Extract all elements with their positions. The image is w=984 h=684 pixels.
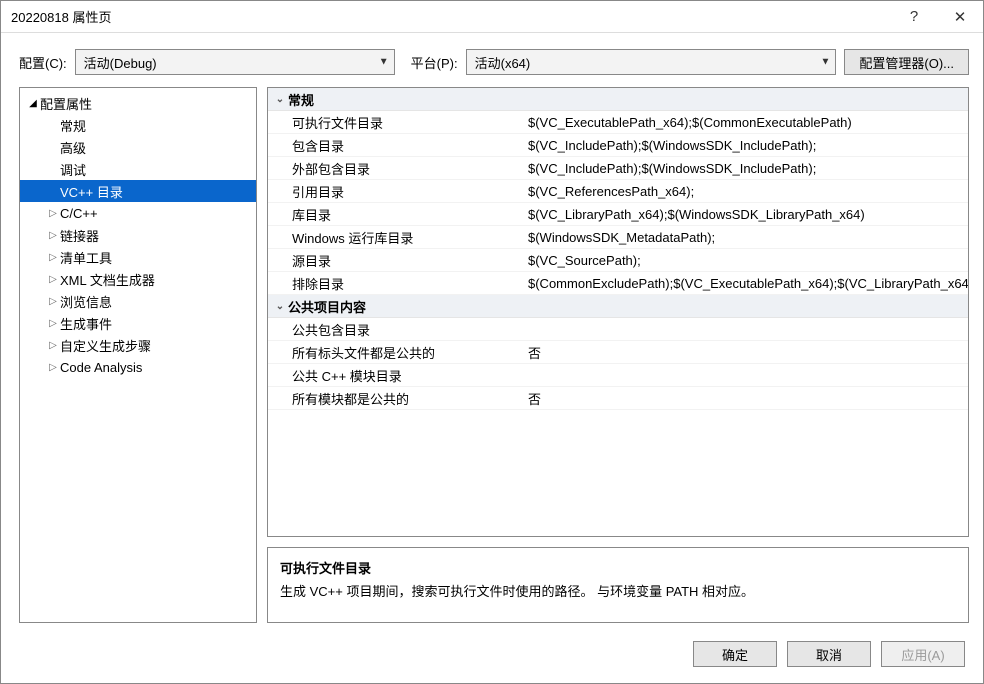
property-name: 公共 C++ 模块目录	[268, 366, 524, 385]
property-value[interactable]: $(WindowsSDK_MetadataPath);	[524, 230, 968, 245]
right-pane: ⌄ 常规 可执行文件目录$(VC_ExecutablePath_x64);$(C…	[267, 87, 969, 623]
property-pages-dialog: 20220818 属性页 ? ✕ 配置(C): 活动(Debug) ▼ 平台(P…	[0, 0, 984, 684]
property-row[interactable]: 库目录$(VC_LibraryPath_x64);$(WindowsSDK_Li…	[268, 203, 968, 226]
platform-value: 活动(x64)	[475, 53, 531, 72]
main-area: ◢ 配置属性 常规高级调试VC++ 目录▷C/C++▷链接器▷清单工具▷XML …	[1, 87, 983, 633]
property-value[interactable]: $(VC_ReferencesPath_x64);	[524, 184, 968, 199]
tree-item[interactable]: ▷浏览信息	[20, 290, 256, 312]
tree-item-label: 调试	[60, 160, 86, 179]
platform-dropdown[interactable]: 活动(x64) ▼	[466, 49, 837, 75]
property-row[interactable]: 公共包含目录	[268, 318, 968, 341]
triangle-right-icon: ▷	[46, 340, 60, 351]
tree-item[interactable]: 常规	[20, 114, 256, 136]
tree-item[interactable]: ▷XML 文档生成器	[20, 268, 256, 290]
property-row[interactable]: Windows 运行库目录$(WindowsSDK_MetadataPath);	[268, 226, 968, 249]
property-row[interactable]: 源目录$(VC_SourcePath);	[268, 249, 968, 272]
property-value[interactable]: $(VC_IncludePath);$(WindowsSDK_IncludePa…	[524, 138, 968, 153]
property-name: 库目录	[268, 205, 524, 224]
tree-item[interactable]: ▷清单工具	[20, 246, 256, 268]
close-button[interactable]: ✕	[937, 1, 983, 33]
triangle-right-icon: ▷	[46, 318, 60, 329]
config-dropdown[interactable]: 活动(Debug) ▼	[75, 49, 395, 75]
property-name: 所有标头文件都是公共的	[268, 343, 524, 362]
config-manager-button[interactable]: 配置管理器(O)...	[844, 49, 969, 75]
property-name: 公共包含目录	[268, 320, 524, 339]
tree-item[interactable]: ▷链接器	[20, 224, 256, 246]
tree-item[interactable]: ▷Code Analysis	[20, 356, 256, 378]
property-name: 源目录	[268, 251, 524, 270]
triangle-down-icon: ◢	[26, 98, 40, 109]
tree-item[interactable]: ▷C/C++	[20, 202, 256, 224]
tree-root-label: 配置属性	[40, 94, 92, 113]
config-platform-bar: 配置(C): 活动(Debug) ▼ 平台(P): 活动(x64) ▼ 配置管理…	[1, 33, 983, 87]
tree-root[interactable]: ◢ 配置属性	[20, 92, 256, 114]
description-text: 生成 VC++ 项目期间，搜索可执行文件时使用的路径。 与环境变量 PATH 相…	[280, 581, 956, 600]
property-row[interactable]: 外部包含目录$(VC_IncludePath);$(WindowsSDK_Inc…	[268, 157, 968, 180]
property-row[interactable]: 包含目录$(VC_IncludePath);$(WindowsSDK_Inclu…	[268, 134, 968, 157]
chevron-down-icon: ⌄	[272, 94, 288, 105]
window-title: 20220818 属性页	[11, 7, 891, 26]
property-value[interactable]: $(CommonExcludePath);$(VC_ExecutablePath…	[524, 276, 968, 291]
property-value[interactable]: $(VC_ExecutablePath_x64);$(CommonExecuta…	[524, 115, 968, 130]
ok-button[interactable]: 确定	[693, 641, 777, 667]
description-panel: 可执行文件目录 生成 VC++ 项目期间，搜索可执行文件时使用的路径。 与环境变…	[267, 547, 969, 623]
tree-item[interactable]: ▷自定义生成步骤	[20, 334, 256, 356]
triangle-right-icon: ▷	[46, 362, 60, 373]
property-group-public[interactable]: ⌄ 公共项目内容	[268, 295, 968, 318]
tree-item[interactable]: 高级	[20, 136, 256, 158]
tree-item-label: C/C++	[60, 206, 98, 221]
property-name: 外部包含目录	[268, 159, 524, 178]
tree-item-label: 链接器	[60, 226, 99, 245]
property-row[interactable]: 排除目录$(CommonExcludePath);$(VC_Executable…	[268, 272, 968, 295]
category-tree[interactable]: ◢ 配置属性 常规高级调试VC++ 目录▷C/C++▷链接器▷清单工具▷XML …	[19, 87, 257, 623]
property-name: 包含目录	[268, 136, 524, 155]
property-value[interactable]: $(VC_IncludePath);$(WindowsSDK_IncludePa…	[524, 161, 968, 176]
tree-item-label: 生成事件	[60, 314, 112, 333]
property-row[interactable]: 公共 C++ 模块目录	[268, 364, 968, 387]
tree-item-label: 自定义生成步骤	[60, 336, 151, 355]
tree-item-label: Code Analysis	[60, 360, 142, 375]
property-row[interactable]: 所有标头文件都是公共的否	[268, 341, 968, 364]
property-name: 排除目录	[268, 274, 524, 293]
tree-item-label: 浏览信息	[60, 292, 112, 311]
titlebar: 20220818 属性页 ? ✕	[1, 1, 983, 33]
tree-item-label: VC++ 目录	[60, 182, 123, 201]
group-label: 公共项目内容	[288, 297, 366, 316]
platform-label: 平台(P):	[411, 53, 458, 72]
triangle-right-icon: ▷	[46, 252, 60, 263]
tree-item-label: 常规	[60, 116, 86, 135]
group-label: 常规	[288, 90, 314, 109]
property-grid[interactable]: ⌄ 常规 可执行文件目录$(VC_ExecutablePath_x64);$(C…	[267, 87, 969, 537]
help-button[interactable]: ?	[891, 1, 937, 33]
config-value: 活动(Debug)	[84, 53, 157, 72]
triangle-right-icon: ▷	[46, 230, 60, 241]
tree-item[interactable]: 调试	[20, 158, 256, 180]
property-group-general[interactable]: ⌄ 常规	[268, 88, 968, 111]
tree-item-label: 清单工具	[60, 248, 112, 267]
property-value[interactable]: 否	[524, 343, 968, 362]
chevron-down-icon: ⌄	[272, 301, 288, 312]
cancel-button[interactable]: 取消	[787, 641, 871, 667]
tree-item-label: XML 文档生成器	[60, 270, 155, 289]
triangle-right-icon: ▷	[46, 274, 60, 285]
property-name: 可执行文件目录	[268, 113, 524, 132]
property-row[interactable]: 引用目录$(VC_ReferencesPath_x64);	[268, 180, 968, 203]
property-name: Windows 运行库目录	[268, 228, 524, 247]
property-row[interactable]: 所有模块都是公共的否	[268, 387, 968, 410]
triangle-right-icon: ▷	[46, 296, 60, 307]
description-title: 可执行文件目录	[280, 558, 956, 577]
tree-item[interactable]: VC++ 目录	[20, 180, 256, 202]
property-value[interactable]: $(VC_SourcePath);	[524, 253, 968, 268]
property-value[interactable]: $(VC_LibraryPath_x64);$(WindowsSDK_Libra…	[524, 207, 968, 222]
config-label: 配置(C):	[19, 53, 67, 72]
property-name: 所有模块都是公共的	[268, 389, 524, 408]
property-row[interactable]: 可执行文件目录$(VC_ExecutablePath_x64);$(Common…	[268, 111, 968, 134]
property-value[interactable]: 否	[524, 389, 968, 408]
tree-item[interactable]: ▷生成事件	[20, 312, 256, 334]
dialog-footer: 确定 取消 应用(A)	[1, 633, 983, 683]
property-name: 引用目录	[268, 182, 524, 201]
tree-item-label: 高级	[60, 138, 86, 157]
apply-button[interactable]: 应用(A)	[881, 641, 965, 667]
triangle-right-icon: ▷	[46, 208, 60, 219]
